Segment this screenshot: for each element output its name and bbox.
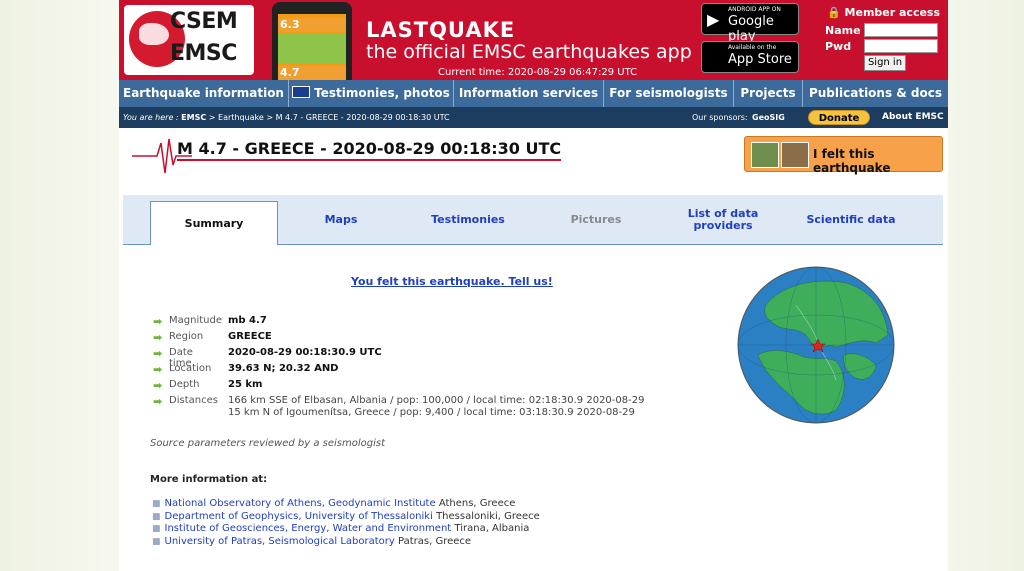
arrow-right-icon: ➡ (153, 395, 163, 408)
nav-projects[interactable]: Projects (734, 80, 803, 107)
institution-item: ■ Institute of Geosciences, Energy, Water… (152, 523, 529, 534)
info-value: 25 km (228, 379, 263, 390)
info-value: 2020-08-29 00:18:30.9 UTC (228, 347, 382, 358)
app-store-big-text: App Store (728, 52, 792, 67)
phone-screen: 6.3 4.7 (278, 14, 346, 80)
google-play-icon: ▶ (707, 10, 720, 29)
member-access-title: 🔒 Member access (827, 6, 940, 19)
sponsors-label: Our sponsors: (692, 113, 748, 122)
donate-button[interactable]: Donate (808, 110, 870, 125)
info-key: Location (169, 363, 212, 374)
arrow-right-icon: ➡ (153, 379, 163, 392)
name-field[interactable] (864, 23, 938, 37)
uk-flag-icon (292, 86, 311, 98)
info-value: 39.63 N; 20.32 AND (228, 363, 339, 374)
member-access-label: Member access (844, 6, 941, 19)
phone-row-mag: 6.3 (278, 18, 346, 32)
tab-maps[interactable]: Maps (291, 195, 391, 244)
app-store-small-text: Available on the (728, 44, 777, 51)
page-title: M 4.7 - GREECE - 2020-08-29 00:18:30 UTC (177, 139, 562, 161)
institution-place: Athens, Greece (438, 498, 516, 509)
pwd-label: Pwd (825, 40, 852, 53)
tab-scientific-data[interactable]: Scientific data (796, 195, 906, 244)
institution-item: ■ National Observatory of Athens, Geodyna… (152, 498, 515, 509)
damage-photo-icon (751, 142, 779, 168)
phone-app-image[interactable]: 6.3 4.7 (272, 2, 352, 80)
institution-link[interactable]: National Observatory of Athens, Geodynam… (165, 498, 436, 509)
epicenter-globe-map[interactable] (736, 265, 896, 425)
google-play-big-text: Google play (728, 14, 774, 44)
institution-place: Thessaloniki, Greece (436, 511, 540, 522)
arrow-right-icon: ➡ (153, 347, 163, 360)
header-banner: CSEM EMSC 6.3 4.7 LASTQUAKE the official… (119, 0, 948, 80)
breadcrumb-current: M 4.7 - GREECE - 2020-08-29 00:18:30 UTC (275, 113, 450, 122)
google-play-button[interactable]: ▶ ANDROID APP ON Google play (701, 3, 799, 44)
institution-link[interactable]: Institute of Geosciences, Energy, Water … (165, 523, 452, 534)
nav-publications-docs[interactable]: Publications & docs (803, 80, 948, 107)
bullet-icon: ■ (152, 512, 161, 522)
reviewed-note: Source parameters reviewed by a seismolo… (150, 438, 386, 449)
nav-testimonies-label: Testimonies, photos (314, 86, 450, 100)
nav-information-services[interactable]: Information services (454, 80, 604, 107)
breadcrumb-sep: > (208, 113, 216, 122)
institution-link[interactable]: University of Patras, Seismological Labo… (165, 536, 395, 547)
app-title[interactable]: LASTQUAKE (366, 18, 515, 42)
more-info-heading: More information at: (150, 474, 268, 485)
info-value: mb 4.7 (228, 315, 267, 326)
nav-for-seismologists[interactable]: For seismologists (604, 80, 734, 107)
institution-link[interactable]: Department of Geophysics, University of … (165, 511, 433, 522)
page: CSEM EMSC 6.3 4.7 LASTQUAKE the official… (119, 0, 948, 571)
breadcrumb-emsc[interactable]: EMSC (181, 113, 206, 122)
info-key: Distances (169, 395, 218, 406)
app-subtitle[interactable]: the official EMSC earthquakes app (366, 41, 692, 63)
lock-icon: 🔒 (827, 6, 841, 19)
institution-place: Patras, Greece (398, 536, 472, 547)
felt-earthquake-link[interactable]: You felt this earthquake. Tell us! (351, 275, 553, 288)
tab-list-of-data-providers[interactable]: List of data providers (674, 195, 772, 244)
tab-bar: Summary Maps Testimonies Pictures List o… (123, 195, 943, 245)
password-field[interactable] (864, 39, 938, 53)
i-felt-this-button[interactable]: I felt this earthquake (744, 136, 943, 175)
breadcrumb-sep: > (266, 113, 274, 122)
arrow-right-icon: ➡ (153, 363, 163, 376)
bullet-icon: ■ (152, 537, 161, 547)
bullet-icon: ■ (152, 499, 161, 509)
institution-place: Tirana, Albania (454, 523, 530, 534)
breadcrumb: You are here : EMSC > Earthquake > M 4.7… (123, 107, 450, 128)
main-nav: Earthquake information Testimonies, phot… (119, 80, 948, 107)
google-play-small-text: ANDROID APP ON (728, 6, 781, 13)
tab-testimonies[interactable]: Testimonies (413, 195, 523, 244)
arrow-right-icon: ➡ (153, 331, 163, 344)
phone-row-mag: 4.7 (278, 66, 346, 80)
institution-item: ■ University of Patras, Seismological Lab… (152, 536, 471, 547)
felt-button-label: I felt this earthquake (813, 147, 891, 175)
building-photo-icon (781, 142, 809, 168)
info-key: Depth (169, 379, 200, 390)
nav-testimonies-photos[interactable]: Testimonies, photos (289, 80, 454, 107)
breadcrumb-bar: You are here : EMSC > Earthquake > M 4.7… (119, 107, 948, 128)
bullet-icon: ■ (152, 524, 161, 534)
arrow-right-icon: ➡ (153, 315, 163, 328)
info-key: Magnitude (169, 315, 222, 326)
info-value: GREECE (228, 331, 272, 342)
institution-item: ■ Department of Geophysics, University of… (152, 511, 540, 522)
logo-text-csem: CSEM (170, 9, 238, 34)
csem-emsc-logo[interactable]: CSEM EMSC (124, 5, 254, 75)
current-time: Current time: 2020-08-29 06:47:29 UTC (438, 67, 638, 78)
nav-earthquake-information[interactable]: Earthquake information (119, 80, 289, 107)
phone-row-list (278, 34, 346, 64)
logo-text-emsc: EMSC (170, 41, 237, 66)
sponsor-geosig[interactable]: GeoSIG (752, 107, 785, 128)
sign-in-button[interactable]: Sign in (864, 55, 906, 71)
app-store-button[interactable]: Available on the App Store (701, 41, 799, 73)
distance-line: 166 km SSE of Elbasan, Albania / pop: 10… (228, 395, 645, 406)
about-emsc-link[interactable]: About EMSC (882, 107, 944, 128)
info-key: Region (169, 331, 204, 342)
breadcrumb-prefix: You are here : (123, 113, 179, 122)
tab-summary[interactable]: Summary (150, 201, 278, 245)
breadcrumb-earthquake[interactable]: Earthquake (218, 113, 264, 122)
name-label: Name (825, 24, 861, 37)
tab-pictures[interactable]: Pictures (546, 195, 646, 244)
distance-line: 15 km N of Igoumenítsa, Greece / pop: 9,… (228, 407, 635, 418)
